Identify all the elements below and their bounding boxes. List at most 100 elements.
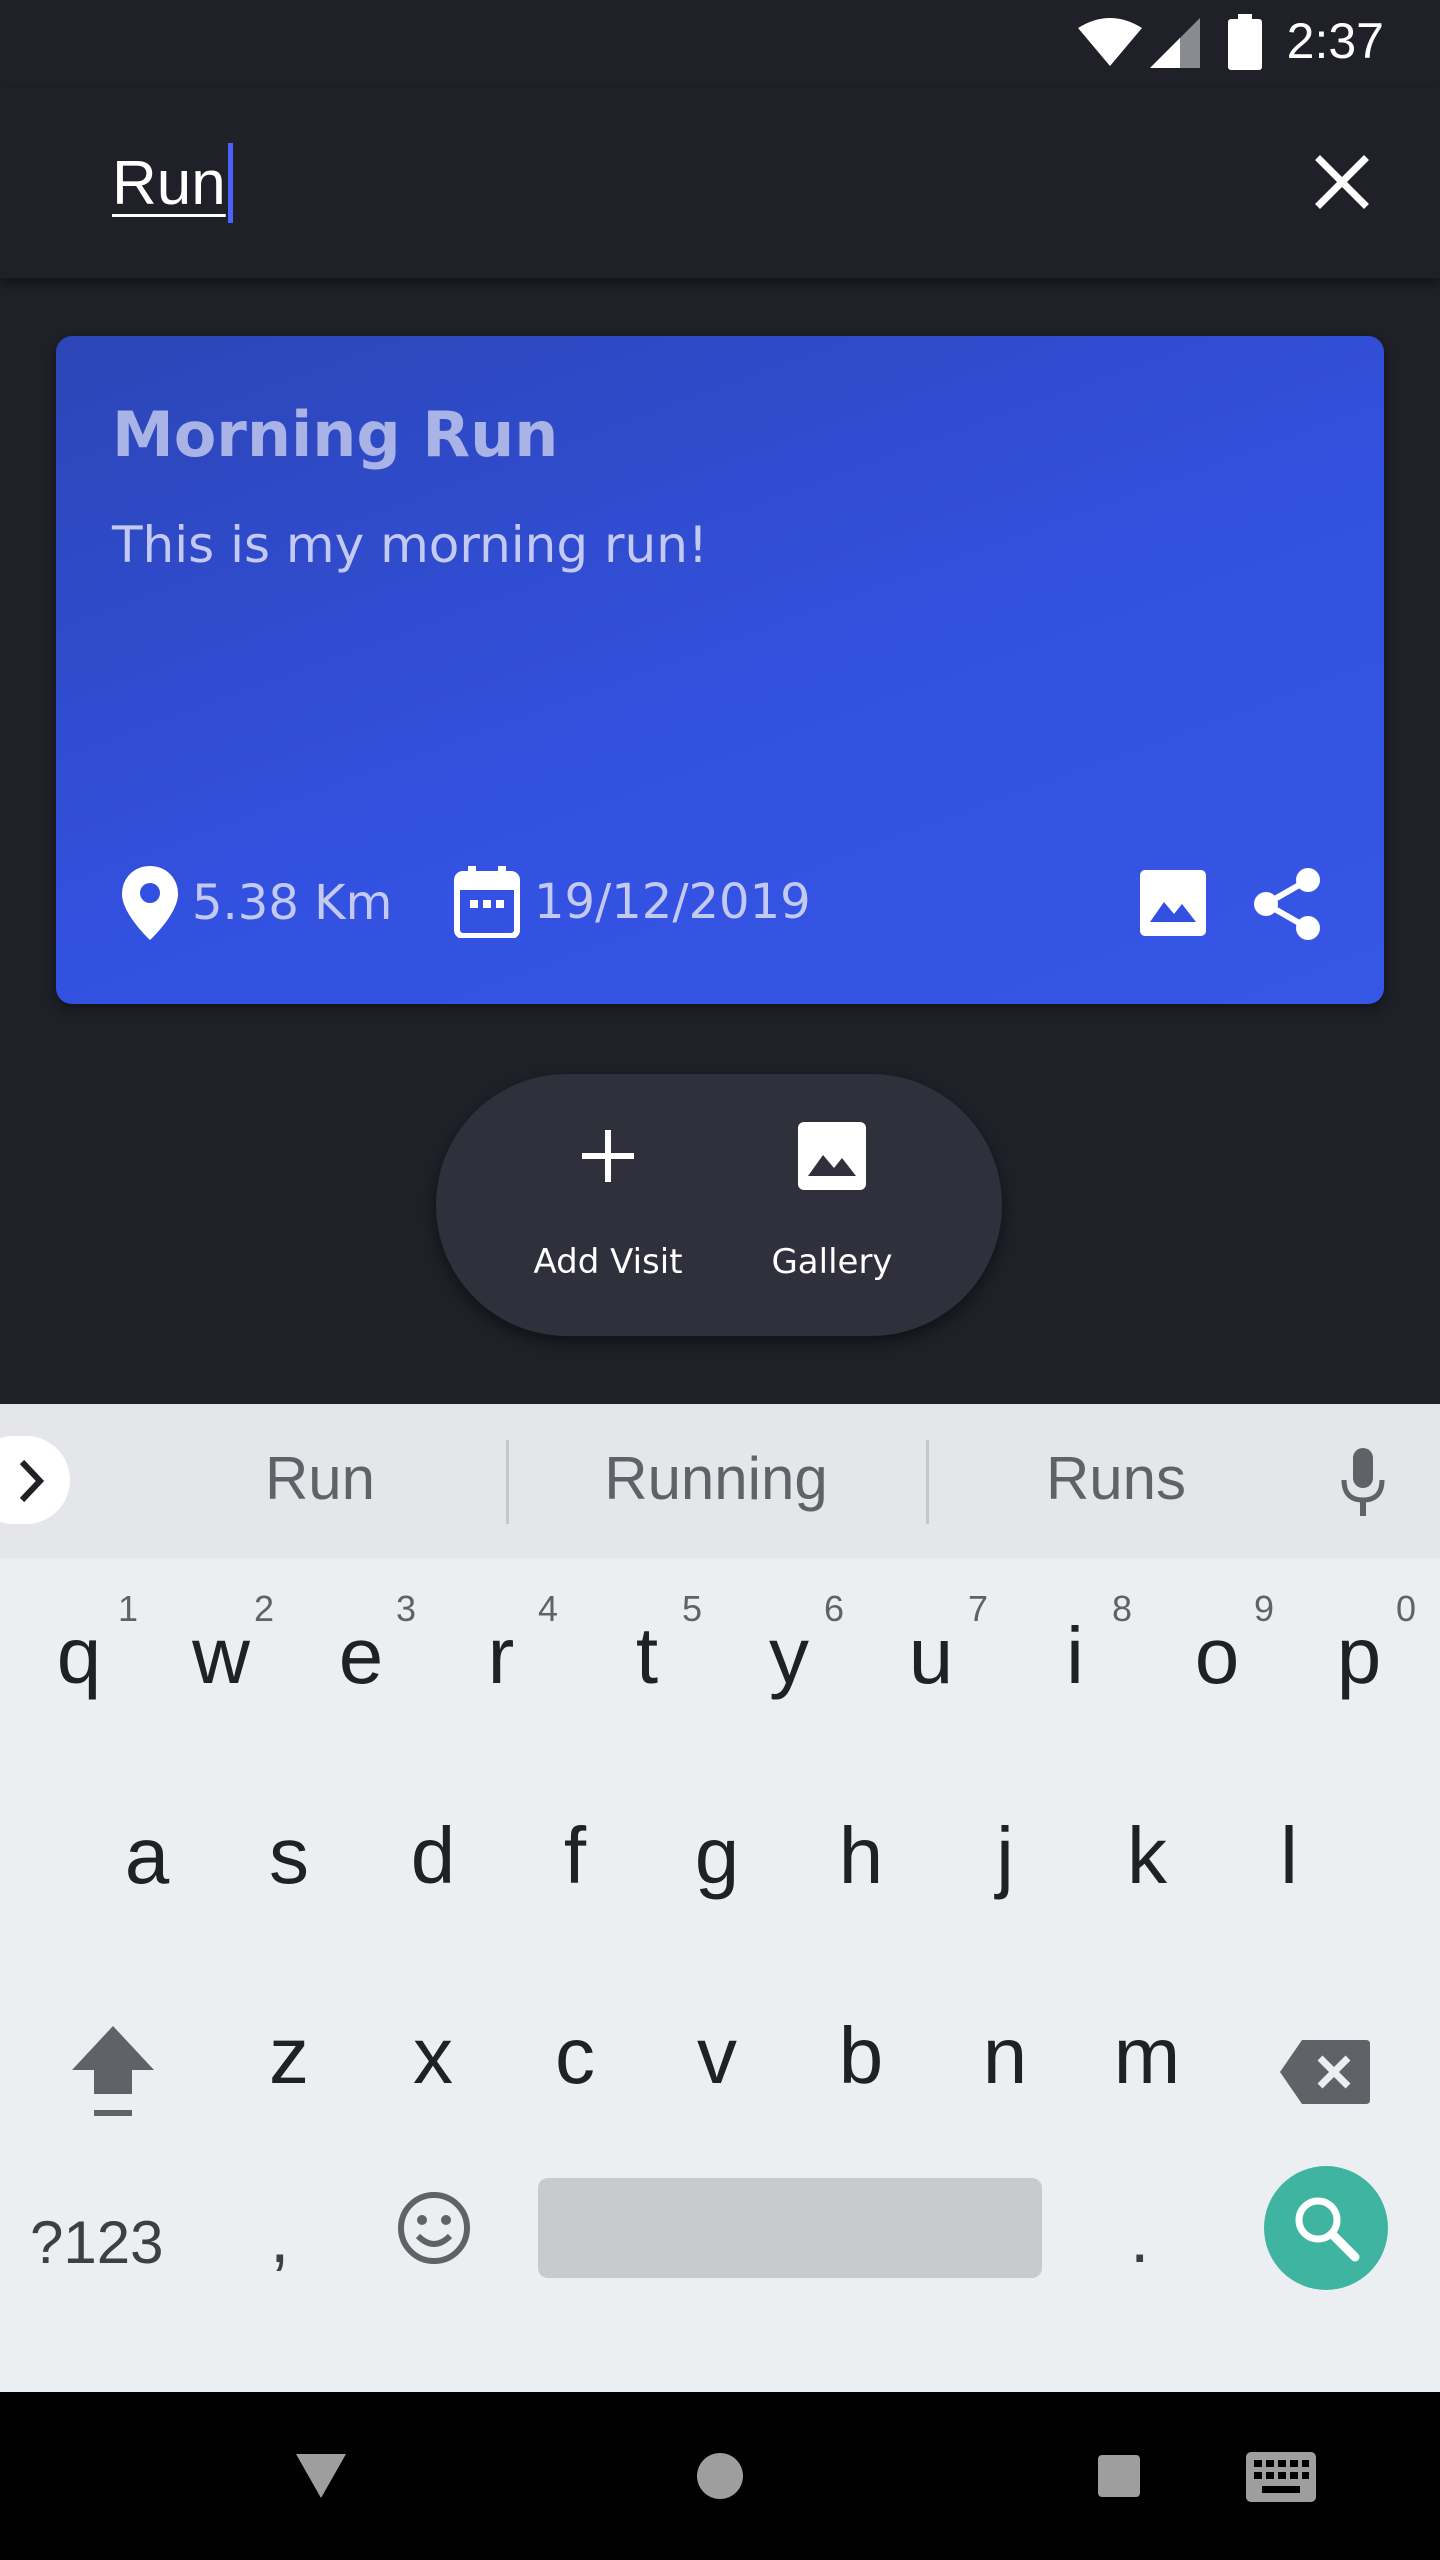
search-query: Run: [112, 148, 226, 218]
keyboard-expand-button[interactable]: [0, 1436, 70, 1524]
key-q[interactable]: 1q: [8, 1558, 150, 1758]
key-n[interactable]: n: [934, 1958, 1076, 2158]
key-label: o: [1194, 1611, 1240, 1700]
key-l[interactable]: l: [1218, 1758, 1360, 1958]
search-icon: [1295, 2197, 1360, 2262]
card-description: This is my morning run!: [112, 516, 708, 574]
key-g[interactable]: g: [646, 1758, 788, 1958]
key-s[interactable]: s: [218, 1758, 360, 1958]
key-d[interactable]: d: [362, 1758, 504, 1958]
back-icon[interactable]: [296, 2454, 346, 2498]
suggestion-divider: [506, 1440, 509, 1524]
key-w[interactable]: 2w: [150, 1558, 292, 1758]
key-o[interactable]: 9o: [1146, 1558, 1288, 1758]
home-icon[interactable]: [696, 2452, 744, 2500]
backspace-icon: [1280, 2040, 1370, 2104]
key-label: h: [838, 1811, 884, 1900]
key-label: e: [338, 1611, 384, 1700]
text-cursor: [227, 143, 233, 223]
key-label: a: [124, 1811, 170, 1900]
image-icon[interactable]: [1140, 870, 1206, 936]
navigation-bar: [0, 2392, 1440, 2560]
key-label: f: [563, 1811, 587, 1900]
key-label: w: [192, 1611, 250, 1700]
key-u[interactable]: 7u: [860, 1558, 1002, 1758]
key-label: k: [1127, 1811, 1167, 1900]
key-k[interactable]: k: [1076, 1758, 1218, 1958]
key-label: u: [908, 1611, 954, 1700]
emoji-icon[interactable]: [396, 2190, 472, 2266]
key-y[interactable]: 6y: [718, 1558, 860, 1758]
key-label: y: [769, 1611, 809, 1700]
key-label: x: [413, 2011, 453, 2100]
key-e[interactable]: 3e: [290, 1558, 432, 1758]
close-icon[interactable]: [1300, 140, 1384, 224]
key-label: z: [269, 2011, 309, 2100]
key-label: c: [555, 2011, 595, 2100]
key-area: 1q 2w 3e 4r 5t 6y 7u 8i 9o 0p a s d f g …: [0, 1558, 1440, 2392]
location-pin-icon: [122, 866, 178, 940]
suggestion-3[interactable]: Runs: [936, 1444, 1296, 1513]
key-t[interactable]: 5t: [576, 1558, 718, 1758]
status-bar: 2:37: [0, 0, 1440, 88]
battery-icon: [1228, 14, 1262, 70]
comma-key[interactable]: ,: [270, 2198, 289, 2278]
key-label: r: [487, 1611, 515, 1700]
wifi-icon: [1078, 18, 1142, 66]
screen: 2:37 Run Morning Run This is my morning …: [0, 0, 1440, 2560]
keyboard-switch-icon[interactable]: [1246, 2452, 1316, 2502]
space-bar[interactable]: [538, 2178, 1042, 2278]
key-j[interactable]: j: [934, 1758, 1076, 1958]
suggestion-2[interactable]: Running: [516, 1444, 916, 1513]
search-bar: Run: [0, 88, 1440, 278]
key-label: m: [1113, 2011, 1181, 2100]
key-a[interactable]: a: [76, 1758, 218, 1958]
mic-icon[interactable]: [1340, 1448, 1386, 1518]
key-m[interactable]: m: [1076, 1958, 1218, 2158]
shift-icon: [72, 2026, 154, 2116]
suggestion-1[interactable]: Run: [140, 1444, 500, 1513]
date-meta: 19/12/2019: [454, 866, 811, 938]
key-label: p: [1336, 1611, 1382, 1700]
backspace-key[interactable]: [1254, 1958, 1396, 2158]
keyboard: Run Running Runs 1q 2w 3e 4r 5t 6y 7u 8i…: [0, 1404, 1440, 2392]
suggestion-bar: Run Running Runs: [0, 1404, 1440, 1558]
distance-text: 5.38 Km: [192, 875, 393, 931]
key-z[interactable]: z: [218, 1958, 360, 2158]
share-icon[interactable]: [1252, 866, 1322, 942]
key-label: i: [1066, 1611, 1084, 1700]
status-time: 2:37: [1286, 13, 1384, 69]
key-b[interactable]: b: [790, 1958, 932, 2158]
gallery-button[interactable]: Gallery: [732, 1074, 932, 1336]
image-icon: [798, 1122, 866, 1190]
plus-icon: [582, 1130, 634, 1182]
search-button[interactable]: [1264, 2166, 1388, 2290]
gallery-label: Gallery: [771, 1242, 893, 1282]
key-label: t: [635, 1611, 659, 1700]
key-label: l: [1280, 1811, 1298, 1900]
distance-meta: 5.38 Km: [122, 866, 392, 940]
visit-card[interactable]: Morning Run This is my morning run! 5.38…: [56, 336, 1384, 1004]
key-v[interactable]: v: [646, 1958, 788, 2158]
key-i[interactable]: 8i: [1004, 1558, 1146, 1758]
add-visit-button[interactable]: Add Visit: [508, 1074, 708, 1336]
key-label: j: [996, 1811, 1014, 1900]
shift-key[interactable]: [42, 1958, 184, 2158]
key-r[interactable]: 4r: [430, 1558, 572, 1758]
add-visit-label: Add Visit: [533, 1242, 683, 1282]
suggestion-divider: [926, 1440, 929, 1524]
symbols-key[interactable]: ?123: [30, 2208, 163, 2277]
search-input[interactable]: Run: [112, 138, 233, 228]
calendar-icon: [454, 866, 520, 938]
key-h[interactable]: h: [790, 1758, 932, 1958]
key-label: n: [982, 2011, 1028, 2100]
key-c[interactable]: c: [504, 1958, 646, 2158]
key-x[interactable]: x: [362, 1958, 504, 2158]
period-key[interactable]: .: [1130, 2198, 1149, 2278]
fab-menu: Add Visit Gallery: [436, 1074, 1002, 1336]
recents-icon[interactable]: [1098, 2455, 1140, 2497]
key-p[interactable]: 0p: [1288, 1558, 1430, 1758]
key-f[interactable]: f: [504, 1758, 646, 1958]
key-label: d: [410, 1811, 456, 1900]
key-label: s: [269, 1811, 309, 1900]
